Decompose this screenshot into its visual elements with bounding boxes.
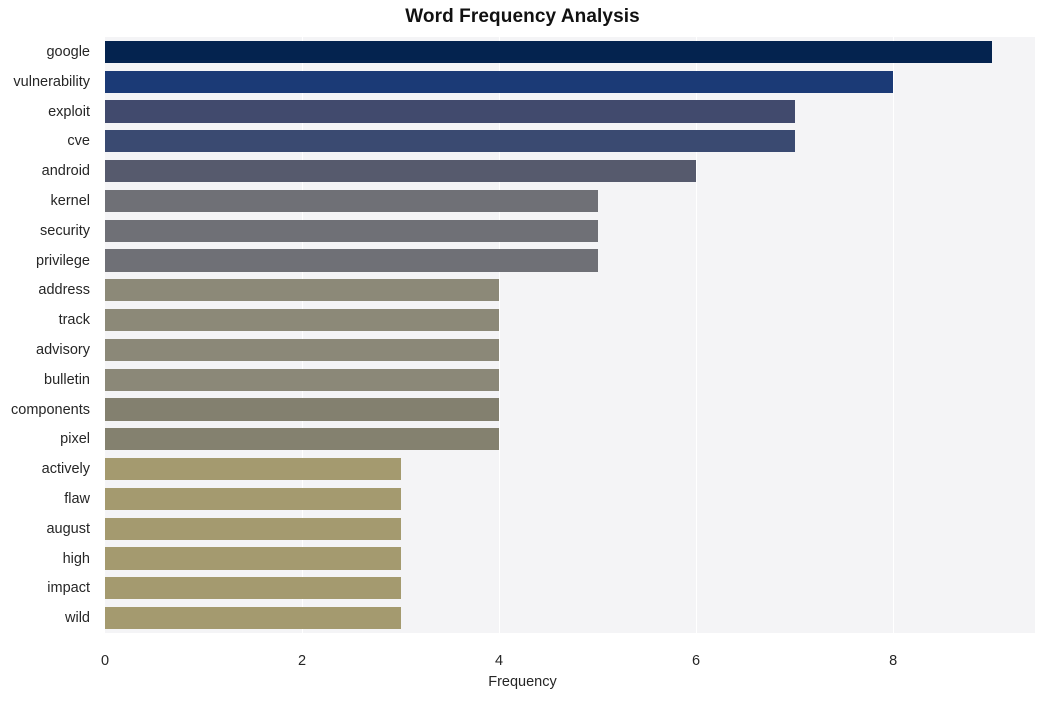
bar-actively[interactable] (105, 457, 401, 481)
x-tick-label-2: 2 (297, 653, 307, 669)
bar-cve[interactable] (105, 130, 795, 153)
y-tick-label-address: address (38, 282, 90, 299)
y-tick-label-exploit: exploit (48, 103, 90, 120)
bar-row[interactable] (105, 398, 1035, 421)
bar-google[interactable] (105, 40, 992, 63)
bar-high[interactable] (105, 547, 401, 570)
bar-august[interactable] (105, 517, 401, 540)
bar-row[interactable] (105, 517, 1035, 540)
bar-address[interactable] (105, 279, 500, 302)
x-tick-label-6: 6 (692, 653, 701, 669)
bar-row[interactable] (105, 100, 1035, 123)
bar-advisory[interactable] (105, 338, 500, 361)
y-tick-label-bulletin: bulletin (44, 371, 90, 388)
bar-row[interactable] (105, 308, 1035, 332)
bar-row[interactable] (105, 279, 1035, 302)
bar-row[interactable] (105, 457, 1035, 481)
bar-row[interactable] (105, 547, 1035, 570)
y-tick-label-august: august (46, 520, 90, 537)
y-tick-label-high: high (62, 550, 90, 567)
bar-privilege[interactable] (105, 249, 598, 272)
bar-row[interactable] (105, 130, 1035, 153)
x-axis-label: Frequency (488, 674, 557, 690)
x-tick-label-4: 4 (495, 653, 504, 669)
bar-series (105, 37, 1035, 633)
y-tick-label-google: google (46, 43, 90, 60)
y-tick-label-actively: actively (41, 461, 90, 478)
bar-android[interactable] (105, 159, 697, 183)
y-tick-label-security: security (40, 222, 90, 239)
bar-security[interactable] (105, 219, 598, 242)
y-tick-label-wild: wild (65, 610, 90, 627)
bar-pixel[interactable] (105, 428, 500, 451)
y-tick-label-advisory: advisory (36, 341, 90, 358)
chart-figure: Word Frequency Analysis google vulnerabil… (0, 0, 1045, 701)
y-tick-label-flaw: flaw (64, 490, 90, 507)
bar-row[interactable] (105, 159, 1035, 183)
y-tick-label-privilege: privilege (36, 252, 90, 269)
y-tick-label-cve: cve (67, 133, 90, 150)
x-tick-label-8: 8 (889, 653, 898, 669)
y-tick-label-kernel: kernel (50, 192, 91, 209)
bar-row[interactable] (105, 219, 1035, 242)
plot-area (105, 37, 1035, 633)
bar-row[interactable] (105, 606, 1035, 630)
bar-row[interactable] (105, 249, 1035, 272)
y-tick-label-impact: impact (47, 580, 90, 597)
bar-row[interactable] (105, 338, 1035, 361)
bar-row[interactable] (105, 368, 1035, 391)
bar-row[interactable] (105, 428, 1035, 451)
bar-row[interactable] (105, 577, 1035, 600)
bar-row[interactable] (105, 70, 1035, 93)
y-tick-label-track: track (58, 312, 90, 329)
y-axis: google vulnerability exploit cve android kern… (0, 37, 99, 633)
bar-track[interactable] (105, 308, 500, 332)
bar-impact[interactable] (105, 577, 401, 600)
bar-wild[interactable] (105, 606, 401, 630)
bar-row[interactable] (105, 487, 1035, 510)
bar-flaw[interactable] (105, 487, 401, 510)
bar-components[interactable] (105, 398, 500, 421)
bar-kernel[interactable] (105, 189, 598, 212)
bar-row[interactable] (105, 40, 1035, 63)
y-tick-label-android: android (41, 163, 90, 180)
bar-exploit[interactable] (105, 100, 795, 123)
x-axis: 0 2 4 6 8 (101, 633, 1035, 669)
y-tick-label-components: components (11, 401, 90, 418)
x-tick-label-0: 0 (100, 653, 110, 669)
y-tick-label-pixel: pixel (60, 431, 90, 448)
chart-title: Word Frequency Analysis (405, 6, 640, 27)
y-tick-label-vulnerability: vulnerability (13, 73, 90, 90)
bar-vulnerability[interactable] (105, 70, 894, 93)
bar-row[interactable] (105, 189, 1035, 212)
bar-bulletin[interactable] (105, 368, 500, 391)
